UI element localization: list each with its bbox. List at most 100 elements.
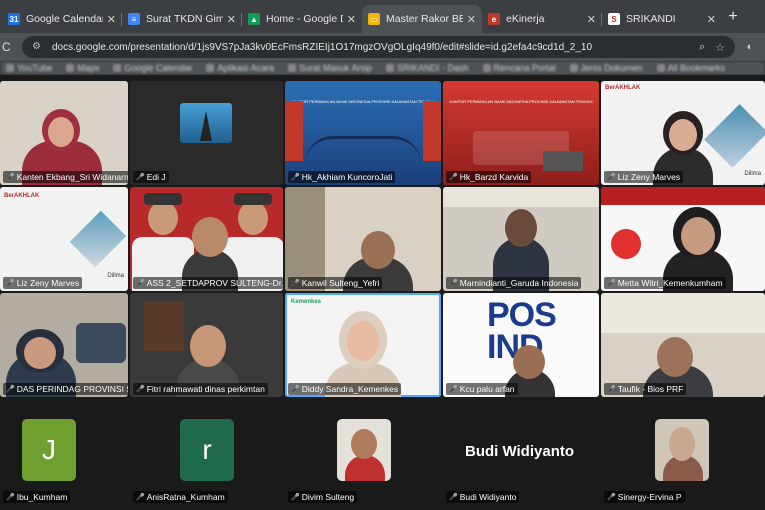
muted-mic-icon: 🎤 (136, 386, 145, 393)
strip-tile[interactable]: J 🎤 Ibu_Kumham (0, 405, 128, 505)
muted-mic-icon: 🎤 (291, 386, 300, 393)
muted-mic-icon: 🎤 (607, 386, 616, 393)
participant-name: 🎤 Kanwil Sulteng_Yefri (288, 277, 383, 289)
extension-icon[interactable]: ◐ (735, 41, 765, 53)
badge-text: Dillma (107, 273, 124, 279)
video-tile[interactable]: BerAKHLAK Dillma 🎤 Liz Zeny Marves (601, 81, 765, 185)
tab-title: SRIKANDI (626, 13, 676, 25)
badge-text: Dillma (744, 171, 761, 177)
muted-mic-icon: 🎤 (6, 174, 15, 181)
slides-favicon-icon: ▭ (368, 13, 380, 25)
drive-favicon-icon: ▲ (248, 13, 260, 25)
calendar-favicon-icon: 31 (8, 13, 20, 25)
video-tile[interactable]: 🎤ASS 2_SETDAPROV SULTENG-Dr. Rudi (130, 187, 283, 291)
tab-title: eKinerja (506, 13, 545, 25)
site-info-icon[interactable]: ⚙ (32, 41, 44, 53)
logo-text: BerAKHLAK (605, 85, 641, 91)
zoom-icon[interactable]: ⌕ (699, 41, 705, 54)
video-tile[interactable]: 🎤 Edi J (130, 81, 283, 185)
video-tile[interactable]: BerAKHLAK Dillma 🎤 Liz Zeny Marves (0, 187, 128, 291)
participant-name: 🎤 Fitri rahmawati dinas perkimtan (133, 383, 268, 395)
bookmark-item[interactable]: Surat Masuk Arsip (287, 63, 372, 73)
close-tab-icon[interactable]: ✕ (227, 13, 236, 26)
video-tile[interactable]: 🎤 Kanten Ekbang_Sri Widanarni (0, 81, 128, 185)
bookmark-item[interactable]: YouTube (6, 63, 52, 73)
bookmark-star-icon[interactable]: ☆ (715, 41, 725, 54)
bookmark-item[interactable]: Maps (66, 63, 99, 73)
bookmark-item[interactable]: All Bookmarks (656, 63, 725, 73)
close-tab-icon[interactable]: ✕ (707, 13, 716, 26)
close-tab-icon[interactable]: ✕ (107, 13, 116, 26)
muted-mic-icon: 🎤 (449, 280, 458, 287)
tab-master-rakor[interactable]: ▭ Master Rakor BBI 2024 ✕ (362, 5, 482, 33)
strip-tile[interactable]: 🎤 Sinergy-Ervina P (601, 405, 765, 505)
muted-mic-icon: 🎤 (136, 280, 145, 287)
video-tile[interactable]: 🎤 Metta Witri_Kemenkumham (601, 187, 765, 291)
tab-srikandi[interactable]: S SRIKANDI ✕ (602, 5, 722, 33)
tab-title: Google Calendar - Wed (26, 13, 103, 25)
video-tile[interactable]: 🎤DAS PERINDAG PROVINSI SULAWESI (0, 293, 128, 397)
strip-tile[interactable]: Budi Widiyanto 🎤 Budi Widiyanto (443, 405, 599, 505)
tab-title: Master Rakor BBI 2024 (386, 13, 463, 25)
url-text[interactable]: docs.google.com/presentation/d/1js9VS7pJ… (52, 42, 689, 53)
address-bar[interactable]: ⚙ docs.google.com/presentation/d/1js9VS7… (22, 36, 735, 58)
strip-tile[interactable]: r 🎤 AnisRatna_Kumham (130, 405, 283, 505)
ekinerja-favicon-icon: e (488, 13, 500, 25)
bookmark-item[interactable]: Jenis Dokumen (569, 63, 643, 73)
logo-text: BerAKHLAK (4, 193, 40, 199)
participant-name: 🎤 Hk_Akhiam KuncoroJati (288, 171, 396, 183)
muted-mic-icon: 🎤 (6, 280, 15, 287)
avatar: r (180, 419, 234, 481)
reload-icon[interactable]: C (2, 40, 16, 54)
muted-mic-icon: 🎤 (291, 174, 300, 181)
participant-name: 🎤DAS PERINDAG PROVINSI SULAWESI (3, 383, 128, 395)
video-tile-active-speaker[interactable]: Kemenkes 🎤 Diddy Sandra_Kemenkes (285, 293, 441, 397)
participant-name: 🎤 Hk_Barzd Karvida (446, 171, 532, 183)
video-tile[interactable]: 🎤 Marnindianti_Garuda Indonesia (443, 187, 599, 291)
video-tile[interactable]: 🎤 Taufik - Bios PRF (601, 293, 765, 397)
bookmark-item[interactable]: Google Calendar (113, 63, 192, 73)
muted-mic-icon: 🎤 (607, 494, 616, 501)
muted-mic-icon: 🎤 (449, 494, 458, 501)
tab-strip: 31 Google Calendar - Wed ✕ ≡ Surat TKDN … (0, 0, 765, 33)
logo-text: Kemenkes (291, 299, 322, 305)
participant-name: 🎤 Kcu palu arfan (446, 383, 518, 395)
docs-favicon-icon: ≡ (128, 13, 140, 25)
muted-mic-icon: 🎤 (136, 494, 145, 501)
participant-name: 🎤 Liz Zeny Marves (3, 277, 83, 289)
muted-mic-icon: 🎤 (607, 174, 616, 181)
tab-title: Home - Google Drive (266, 13, 343, 25)
participant-name: 🎤 Taufik - Bios PRF (604, 383, 687, 395)
strip-tile[interactable]: 🎤 Divim Sulteng (285, 405, 441, 505)
participant-thumbnail (337, 419, 391, 481)
video-tile[interactable]: 🎤 Fitri rahmawati dinas perkimtan (130, 293, 283, 397)
close-tab-icon[interactable]: ✕ (587, 13, 596, 26)
participant-name: 🎤 Diddy Sandra_Kemenkes (288, 383, 402, 395)
bookmark-item[interactable]: Rencana Portal (482, 63, 556, 73)
participant-name: 🎤 Edi J (133, 171, 169, 183)
muted-mic-icon: 🎤 (291, 494, 300, 501)
participant-thumbnail (655, 419, 709, 481)
video-tile[interactable]: POS IND 🎤 Kcu palu arfan (443, 293, 599, 397)
tab-surat-tkdn[interactable]: ≡ Surat TKDN Gim - Goog ✕ (122, 5, 242, 33)
bookmark-item[interactable]: Aplikasi Acara (206, 63, 274, 73)
new-tab-button[interactable]: + (722, 8, 744, 26)
close-tab-icon[interactable]: ✕ (347, 13, 356, 26)
srikandi-favicon-icon: S (608, 13, 620, 25)
tab-title: Surat TKDN Gim - Goog (146, 13, 223, 25)
participant-name: 🎤 Budi Widiyanto (446, 491, 520, 503)
muted-mic-icon: 🎤 (449, 174, 458, 181)
tab-google-drive[interactable]: ▲ Home - Google Drive ✕ (242, 5, 362, 33)
muted-mic-icon: 🎤 (6, 386, 15, 393)
muted-mic-icon: 🎤 (6, 494, 15, 501)
close-tab-icon[interactable]: ✕ (467, 13, 476, 26)
tab-ekinerja[interactable]: e eKinerja ✕ (482, 5, 602, 33)
participant-name: 🎤 Ibu_Kumham (3, 491, 71, 503)
address-row: C ⚙ docs.google.com/presentation/d/1js9V… (0, 33, 765, 61)
video-tile[interactable]: KANTOR PERWAKILAN BANK INDONESIA PROVINS… (285, 81, 441, 185)
bookmark-item[interactable]: SRIKANDI - Dash (386, 63, 469, 73)
participant-name: 🎤 Marnindianti_Garuda Indonesia (446, 277, 582, 289)
video-tile[interactable]: 🎤 Kanwil Sulteng_Yefri (285, 187, 441, 291)
video-tile[interactable]: KANTOR PERWAKILAN BANK INDONESIA PROVINS… (443, 81, 599, 185)
tab-google-calendar[interactable]: 31 Google Calendar - Wed ✕ (2, 5, 122, 33)
